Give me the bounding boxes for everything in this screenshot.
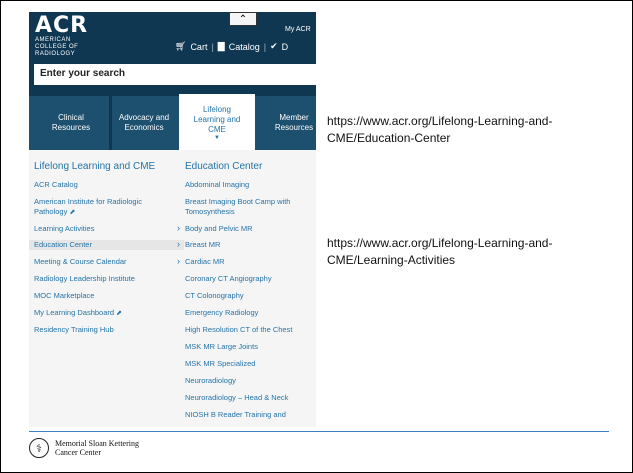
nav-tab-label: Member bbox=[279, 113, 309, 122]
acr-logo[interactable]: ACR AMERICAN COLLEGE OF RADIOLOGY bbox=[35, 15, 95, 58]
menu-item-coronary-cta[interactable]: Coronary CT Angiography bbox=[185, 274, 272, 284]
nav-tab-clinical-resources[interactable]: Clinical Resources bbox=[41, 96, 101, 150]
acr-website-screenshot: ACR AMERICAN COLLEGE OF RADIOLOGY ⌃ My A… bbox=[29, 12, 316, 427]
menu-item-emergency[interactable]: Emergency Radiology bbox=[185, 308, 258, 318]
menu-item-niosh[interactable]: NIOSH B Reader Training and bbox=[185, 410, 286, 420]
site-header: ACR AMERICAN COLLEGE OF RADIOLOGY ⌃ My A… bbox=[29, 12, 316, 62]
menu-item-education-center[interactable]: Education Center bbox=[29, 240, 184, 250]
nav-tab-label: Clinical bbox=[58, 113, 84, 122]
menu-item-neuro-head-neck[interactable]: Neuroradiology – Head & Neck bbox=[185, 393, 288, 403]
cart-icon: 🛒︎ bbox=[175, 41, 187, 51]
caret-down-icon: ▼ bbox=[214, 134, 220, 141]
msk-emblem-icon: ⚕ bbox=[29, 438, 49, 458]
chevron-right-icon: › bbox=[177, 223, 180, 233]
menu-item-msk-large-joints[interactable]: MSK MR Large Joints bbox=[185, 342, 258, 352]
menu-item-msk-specialized[interactable]: MSK MR Specialized bbox=[185, 359, 255, 369]
main-nav: Clinical Resources Advocacy and Economic… bbox=[29, 94, 316, 152]
toolbar-divider: | bbox=[211, 41, 214, 52]
nav-tab-label: Economics bbox=[124, 123, 164, 132]
toolbar-cutoff-text: D bbox=[281, 41, 289, 52]
chevron-right-icon: › bbox=[177, 239, 180, 249]
menu-item-body-pelvic-mr[interactable]: Body and Pelvic MR bbox=[185, 224, 253, 234]
check-icon: ✔ bbox=[270, 41, 278, 51]
menu-item-hrct-chest[interactable]: High Resolution CT of the Chest bbox=[185, 325, 292, 335]
menu-item-breast-bootcamp[interactable]: Breast Imaging Boot Camp with bbox=[185, 197, 290, 207]
menu-item-breast-bootcamp-cont[interactable]: Tomosynthesis bbox=[185, 207, 235, 217]
menu-item-moc-marketplace[interactable]: MOC Marketplace bbox=[34, 291, 94, 301]
menu-item-label: Pathology bbox=[34, 207, 68, 216]
menu-item-neuroradiology[interactable]: Neuroradiology bbox=[185, 376, 236, 386]
msk-wordmark: Memorial Sloan Kettering Cancer Center bbox=[55, 439, 139, 457]
nav-tab-label: Resources bbox=[51, 123, 91, 132]
logo-subtitle: AMERICAN COLLEGE OF RADIOLOGY bbox=[35, 37, 79, 57]
search-bar: Enter your search bbox=[29, 62, 316, 90]
menu-item-meeting-calendar[interactable]: Meeting & Course Calendar bbox=[34, 257, 127, 267]
nav-tab-label: CME bbox=[208, 124, 226, 134]
scroll-up-button[interactable]: ⌃ bbox=[229, 12, 257, 26]
cart-link[interactable]: Cart bbox=[190, 42, 207, 52]
menu-heading-left: Lifelong Learning and CME bbox=[34, 161, 156, 172]
menu-item-breast-mr[interactable]: Breast MR bbox=[185, 240, 220, 250]
menu-item-learning-dashboard[interactable]: My Learning Dashboard ⬈ bbox=[34, 308, 122, 319]
menu-item-learning-activities[interactable]: Learning Activities bbox=[34, 224, 94, 234]
my-acr-link[interactable]: My ACR bbox=[285, 26, 311, 33]
mega-menu: Lifelong Learning and CME ACR Catalog Am… bbox=[29, 150, 316, 427]
nav-tab-label: Advocacy and bbox=[118, 113, 170, 122]
external-link-icon: ⬈ bbox=[69, 209, 76, 216]
nav-tab-label: Lifelong bbox=[202, 104, 232, 114]
menu-item-ct-colonography[interactable]: CT Colonography bbox=[185, 291, 244, 301]
msk-name-line2: Cancer Center bbox=[55, 448, 101, 457]
menu-item-rli[interactable]: Radiology Leadership Institute bbox=[34, 274, 135, 284]
catalog-link[interactable]: Catalog bbox=[229, 42, 260, 52]
nav-tab-label: Resources bbox=[274, 123, 314, 132]
nav-tab-advocacy-economics[interactable]: Advocacy and Economics bbox=[112, 96, 176, 150]
nav-tab-member-resources[interactable]: Member Resources bbox=[269, 96, 316, 150]
menu-item-abdominal[interactable]: Abdominal Imaging bbox=[185, 180, 249, 190]
menu-item-acr-catalog[interactable]: ACR Catalog bbox=[34, 180, 78, 190]
menu-item-airp[interactable]: American Institute for Radiologic bbox=[34, 197, 142, 207]
toolbar-divider: | bbox=[263, 41, 267, 52]
footer-rule bbox=[29, 431, 609, 432]
menu-item-airp-cont[interactable]: Pathology ⬈ bbox=[34, 207, 75, 218]
msk-name-line1: Memorial Sloan Kettering bbox=[55, 439, 139, 448]
nav-tab-label: Learning and bbox=[193, 114, 241, 124]
menu-item-residency-hub[interactable]: Residency Training Hub bbox=[34, 325, 114, 335]
url-education-center[interactable]: https://www.acr.org/Lifelong-Learning-an… bbox=[327, 113, 627, 147]
nav-tab-lifelong-learning[interactable]: Lifelong Learning and CME ▼ bbox=[179, 94, 255, 152]
menu-item-cardiac-mr[interactable]: Cardiac MR bbox=[185, 257, 225, 267]
book-icon: ▇ bbox=[217, 41, 225, 51]
menu-heading-right: Education Center bbox=[185, 161, 263, 172]
search-input[interactable]: Enter your search bbox=[34, 64, 316, 85]
logo-wordmark: ACR bbox=[35, 13, 89, 38]
double-chevron-up-icon: ⌃ bbox=[238, 13, 248, 25]
header-toolbar: 🛒︎ Cart | ▇ Catalog | ✔ D bbox=[175, 41, 288, 52]
url-learning-activities[interactable]: https://www.acr.org/Lifelong-Learning-an… bbox=[327, 235, 627, 269]
menu-item-label: My Learning Dashboard bbox=[34, 308, 115, 317]
chevron-right-icon: › bbox=[177, 256, 180, 266]
external-link-icon: ⬈ bbox=[116, 310, 123, 317]
msk-logo-lockup: ⚕ Memorial Sloan Kettering Cancer Center bbox=[29, 438, 139, 458]
